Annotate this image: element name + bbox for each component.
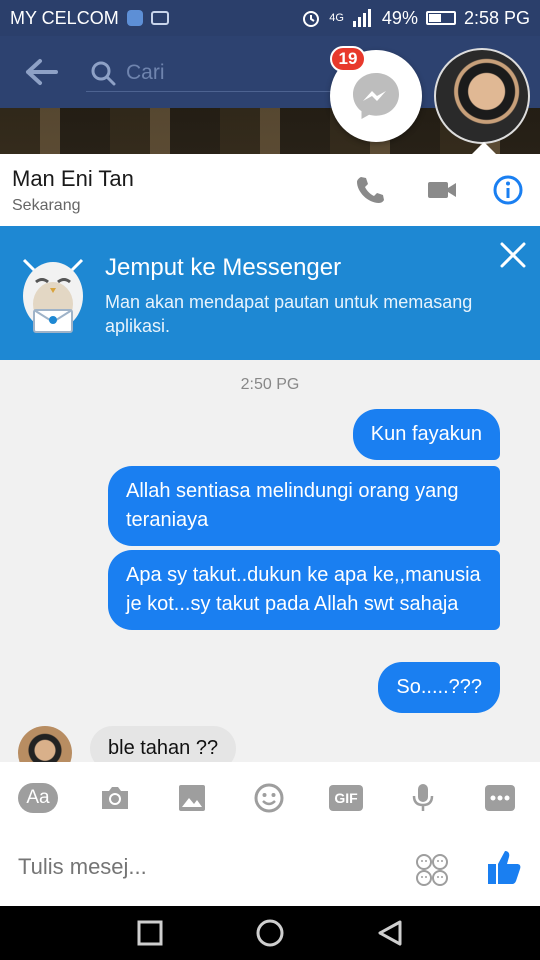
emoji-button[interactable] (248, 778, 290, 818)
outgoing-message[interactable]: So.....??? (378, 662, 500, 713)
clock: 2:58 PG (463, 7, 530, 28)
message-thread[interactable]: 2:50 PG Kun fayakun Allah sentiasa melin… (0, 360, 540, 762)
voice-button[interactable] (402, 778, 444, 818)
video-call-icon[interactable] (426, 174, 458, 206)
outgoing-message[interactable]: Kun fayakun (352, 409, 500, 460)
message-input[interactable] (18, 854, 398, 880)
more-button[interactable] (479, 778, 521, 818)
composer: Aa GIF (0, 762, 540, 906)
invite-description: Man akan mendapat pautan untuk memasang … (105, 292, 473, 336)
conversation-header: Man Eni Tan Sekarang (0, 154, 540, 226)
battery-icon (425, 11, 456, 25)
status-right: 4G 49% 2:58 PG (301, 8, 530, 29)
close-icon[interactable] (498, 240, 528, 270)
home-icon[interactable] (256, 919, 284, 947)
outgoing-message[interactable]: Allah sentiasa melindungi orang yang ter… (108, 466, 500, 546)
thumbs-up-icon[interactable] (484, 848, 524, 888)
more-icon (485, 785, 515, 811)
search-icon (91, 61, 116, 85)
text-style-button[interactable]: Aa (17, 778, 59, 818)
chat-head-pointer (472, 142, 496, 154)
invite-title: Jemput ke Messenger (105, 254, 342, 281)
battery-fill (428, 14, 441, 22)
invite-banner[interactable]: Jemput ke Messenger Man akan mendapat pa… (0, 226, 540, 360)
signal-icon (352, 9, 371, 27)
search-bar[interactable]: Cari (86, 54, 346, 92)
sender-avatar[interactable] (18, 726, 72, 762)
info-icon[interactable] (492, 174, 524, 206)
gallery-button[interactable] (171, 778, 213, 818)
carrier-label: MY CELCOM (10, 7, 119, 28)
system-nav-bar (0, 906, 540, 960)
carrier-group: MY CELCOM (10, 8, 169, 29)
incoming-message[interactable]: ble tahan ?? (90, 726, 237, 762)
recent-apps-icon[interactable] (136, 919, 164, 947)
back-icon[interactable] (376, 919, 404, 947)
contact-name: Man Eni Tan (12, 166, 134, 191)
contact-status: Sekarang (12, 197, 81, 214)
image-icon (179, 785, 205, 811)
back-arrow-icon[interactable] (24, 58, 60, 86)
unread-badge: 19 (330, 46, 366, 72)
phone-call-icon[interactable] (354, 174, 386, 206)
owl-mascot-icon (22, 258, 84, 333)
messenger-icon (353, 73, 399, 119)
contact-chat-head-avatar[interactable] (434, 48, 530, 144)
network-type: 4G (329, 11, 344, 24)
outgoing-message[interactable]: Apa sy takut..dukun ke apa ke,,manusia j… (108, 550, 500, 630)
microphone-icon (412, 784, 434, 811)
sticker-icon[interactable] (414, 852, 450, 888)
gif-button[interactable]: GIF (325, 778, 367, 818)
alarm-icon (303, 11, 320, 27)
download-icon (126, 10, 143, 26)
gif-label: GIF (329, 785, 363, 811)
battery-percent: 49% (381, 7, 418, 28)
text-style-label: Aa (18, 783, 58, 813)
search-placeholder: Cari (126, 60, 165, 84)
status-bar: MY CELCOM 4G 49% 2:58 PG (0, 0, 540, 36)
image-notification-icon (150, 11, 169, 25)
camera-icon (102, 787, 128, 809)
camera-button[interactable] (94, 778, 136, 818)
message-timestamp: 2:50 PG (240, 376, 300, 393)
emoji-icon (254, 783, 284, 813)
